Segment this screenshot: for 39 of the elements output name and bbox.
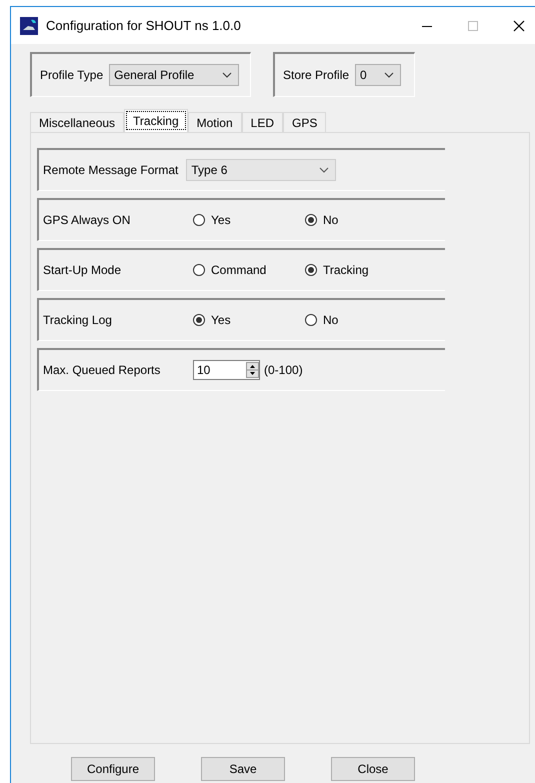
profile-type-dropdown[interactable]: General Profile (109, 64, 240, 86)
number-spinner[interactable]: 10 (193, 360, 260, 380)
setting-label: Remote Message Format (43, 163, 178, 177)
radio-option[interactable]: Yes (193, 313, 305, 327)
range-hint: (0-100) (264, 363, 303, 377)
radio-button[interactable] (193, 314, 205, 326)
spinner-arrows-icon[interactable] (246, 362, 259, 378)
chevron-down-icon (222, 72, 232, 78)
chevron-down-icon (319, 167, 330, 173)
tab[interactable]: Miscellaneous (30, 112, 124, 132)
tab[interactable]: Tracking (124, 109, 188, 132)
window-title: Configuration for SHOUT ns 1.0.0 (46, 18, 242, 33)
setting-label: Tracking Log (43, 313, 113, 327)
store-profile-label: Store Profile (283, 68, 350, 82)
format-dropdown[interactable]: Type 6 (186, 159, 336, 181)
app-icon (20, 16, 38, 34)
radio-option[interactable]: Tracking (305, 263, 417, 277)
tab[interactable]: GPS (283, 112, 326, 132)
setting-label: Start-Up Mode (43, 263, 122, 277)
dialog-button[interactable]: Save (201, 757, 285, 781)
radio-button[interactable] (193, 214, 205, 226)
radio-option[interactable]: Command (193, 263, 305, 277)
radio-button[interactable] (305, 264, 317, 276)
tab[interactable]: Motion (188, 112, 242, 132)
store-profile-dropdown[interactable]: 0 (355, 64, 402, 86)
close-icon[interactable] (513, 20, 525, 32)
radio-button[interactable] (193, 264, 205, 276)
dialog-button[interactable]: Close (331, 757, 415, 781)
setting-label: Max. Queued Reports (43, 363, 162, 377)
profile-type-label: Profile Type (40, 68, 104, 82)
dialog-button[interactable]: Configure (71, 757, 155, 781)
chevron-down-icon (384, 72, 394, 78)
tab[interactable]: LED (242, 112, 283, 132)
radio-button[interactable] (305, 214, 317, 226)
radio-option[interactable]: Yes (193, 213, 305, 227)
radio-option[interactable]: No (305, 313, 417, 327)
setting-label: GPS Always ON (43, 213, 132, 227)
radio-option[interactable]: No (305, 213, 417, 227)
radio-button[interactable] (305, 314, 317, 326)
